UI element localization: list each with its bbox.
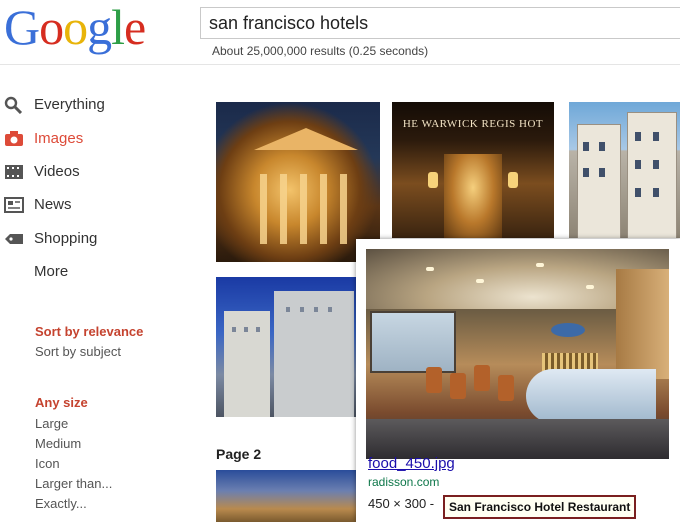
size-option[interactable]: Larger than... bbox=[35, 476, 112, 491]
thumbnail-graphic bbox=[256, 327, 260, 332]
preview-graphic bbox=[526, 369, 656, 423]
preview-graphic bbox=[616, 269, 669, 379]
nav-label: Images bbox=[34, 130, 84, 147]
thumbnail-graphic bbox=[444, 154, 502, 238]
nav-label: Shopping bbox=[34, 230, 98, 247]
thumbnail-graphic bbox=[314, 307, 318, 312]
nav-label: Videos bbox=[34, 163, 80, 180]
result-stats: About 25,000,000 results (0.25 seconds) bbox=[212, 44, 429, 58]
preview-graphic bbox=[450, 373, 466, 399]
thumbnail-graphic bbox=[260, 174, 267, 244]
thumbnail-graphic bbox=[300, 174, 307, 244]
camera-icon bbox=[5, 131, 23, 146]
preview-graphic bbox=[498, 375, 514, 401]
size-option[interactable]: Exactly... bbox=[35, 496, 87, 511]
nav-label: News bbox=[34, 196, 72, 213]
sort-option[interactable]: Sort by subject bbox=[35, 344, 121, 359]
image-preview-card[interactable]: food_450.jpg radisson.com 450 × 300 - bbox=[356, 239, 680, 522]
preview-graphic bbox=[426, 367, 442, 393]
nav-label: Everything bbox=[34, 96, 105, 113]
logo-letter: l bbox=[111, 0, 125, 55]
preview-graphic bbox=[474, 365, 490, 391]
image-thumbnail[interactable] bbox=[216, 277, 356, 417]
sort-heading[interactable]: Sort by relevance bbox=[35, 324, 143, 339]
thumbnail-graphic bbox=[428, 172, 438, 188]
thumbnail-graphic bbox=[286, 307, 290, 312]
hotel-sign: HE WARWICK REGIS HOT bbox=[402, 118, 544, 130]
nav-videos[interactable]: Videos bbox=[4, 161, 174, 185]
nav-news[interactable]: News bbox=[4, 194, 174, 218]
logo-letter: g bbox=[87, 0, 112, 55]
preview-graphic bbox=[551, 323, 585, 337]
thumbnail-graphic bbox=[583, 142, 589, 151]
image-thumbnail[interactable] bbox=[569, 102, 680, 238]
size-option[interactable]: Medium bbox=[35, 436, 81, 451]
thumbnail-graphic bbox=[635, 160, 641, 169]
image-thumbnail[interactable]: HE WARWICK REGIS HOT bbox=[392, 102, 554, 238]
thumbnail-graphic bbox=[232, 327, 236, 332]
logo-letter: G bbox=[4, 0, 40, 55]
nav-more[interactable]: More bbox=[4, 261, 174, 285]
preview-graphic bbox=[366, 419, 669, 459]
thumbnail-graphic bbox=[653, 132, 659, 141]
preview-source-url[interactable]: radisson.com bbox=[368, 475, 439, 489]
thumbnail-graphic bbox=[254, 128, 358, 150]
newspaper-icon bbox=[4, 197, 24, 213]
thumbnail-graphic bbox=[340, 174, 347, 244]
google-logo[interactable]: Google bbox=[4, 0, 146, 55]
thumbnail-graphic bbox=[635, 188, 641, 197]
nav-shopping[interactable]: Shopping bbox=[4, 228, 174, 252]
preview-graphic bbox=[586, 285, 594, 289]
thumbnail-graphic bbox=[653, 160, 659, 169]
preview-graphic bbox=[536, 263, 544, 267]
film-icon bbox=[5, 165, 23, 179]
preview-graphic bbox=[426, 267, 434, 271]
thumbnail-graphic bbox=[244, 327, 248, 332]
logo-letter: o bbox=[63, 0, 88, 55]
thumbnail-graphic bbox=[320, 174, 327, 244]
preview-dimensions: 450 × 300 - bbox=[368, 496, 435, 511]
top-bar: Google About 25,000,000 results (0.25 se… bbox=[0, 0, 680, 65]
size-option[interactable]: Large bbox=[35, 416, 68, 431]
image-tooltip: San Francisco Hotel Restaurant bbox=[443, 495, 637, 519]
logo-letter: o bbox=[39, 0, 64, 55]
search-icon bbox=[4, 96, 23, 114]
thumbnail-graphic bbox=[653, 188, 659, 197]
size-heading[interactable]: Any size bbox=[35, 395, 88, 410]
preview-title-link[interactable]: food_450.jpg bbox=[368, 455, 455, 472]
preview-graphic bbox=[476, 279, 484, 283]
thumbnail-graphic bbox=[300, 307, 304, 312]
search-input[interactable] bbox=[209, 10, 669, 36]
preview-graphic bbox=[370, 311, 456, 373]
tag-icon bbox=[5, 234, 23, 244]
thumbnail-graphic bbox=[627, 112, 677, 238]
nav-images[interactable]: Images bbox=[4, 128, 174, 152]
size-option[interactable]: Icon bbox=[35, 456, 60, 471]
preview-image[interactable] bbox=[366, 249, 669, 459]
thumbnail-graphic bbox=[583, 168, 589, 177]
thumbnail-graphic bbox=[599, 142, 605, 151]
thumbnail-graphic bbox=[280, 174, 287, 244]
thumbnail-graphic bbox=[328, 307, 332, 312]
image-thumbnail[interactable] bbox=[216, 470, 356, 522]
search-box[interactable] bbox=[200, 7, 680, 39]
image-thumbnail[interactable] bbox=[216, 102, 380, 262]
nav-everything[interactable]: Everything bbox=[4, 94, 174, 118]
thumbnail-graphic bbox=[508, 172, 518, 188]
logo-letter: e bbox=[124, 0, 146, 55]
thumbnail-graphic bbox=[635, 132, 641, 141]
page-label: Page 2 bbox=[216, 446, 262, 462]
thumbnail-graphic bbox=[599, 168, 605, 177]
nav-label: More bbox=[34, 263, 69, 280]
